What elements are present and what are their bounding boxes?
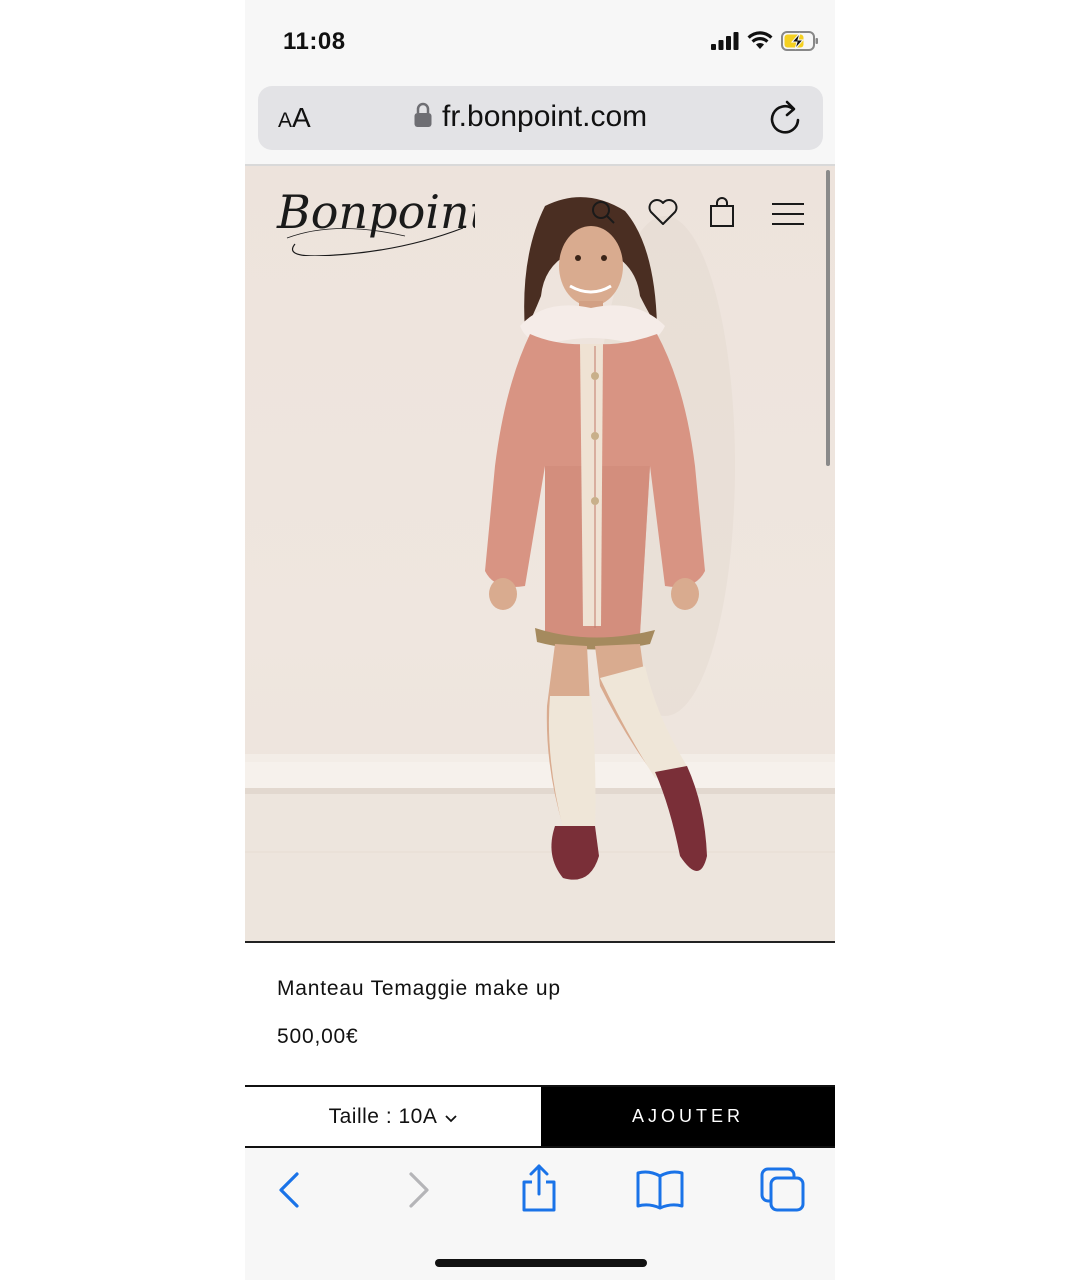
- product-price: 500,00€: [277, 1025, 359, 1048]
- status-icons: [711, 30, 819, 56]
- heart-icon[interactable]: [647, 198, 679, 231]
- reload-icon[interactable]: [769, 100, 803, 141]
- add-to-cart-button[interactable]: AJOUTER: [541, 1087, 835, 1146]
- product-name: Manteau Temaggie make up: [277, 977, 561, 1000]
- text-size-button[interactable]: AA: [278, 102, 311, 134]
- buy-bar: Taille : 10A AJOUTER: [245, 1085, 835, 1148]
- home-indicator[interactable]: [435, 1259, 647, 1267]
- chevron-down-icon: [445, 1105, 457, 1129]
- bag-icon[interactable]: [708, 196, 736, 233]
- menu-icon[interactable]: [771, 202, 805, 231]
- tabs-icon[interactable]: [759, 1166, 807, 1219]
- forward-icon[interactable]: [403, 1170, 433, 1215]
- cellular-signal-icon: [711, 31, 739, 55]
- status-bar: 11:08: [245, 0, 835, 80]
- wifi-icon: [747, 30, 773, 56]
- product-photo-illustration: [245, 197, 835, 943]
- url-text: fr.bonpoint.com: [442, 100, 648, 133]
- battery-charging-icon: [781, 30, 819, 56]
- share-icon[interactable]: [519, 1162, 559, 1219]
- bonpoint-logo[interactable]: Bonpoint: [275, 176, 489, 261]
- scroll-indicator[interactable]: [826, 170, 830, 466]
- size-select[interactable]: Taille : 10A: [245, 1087, 541, 1146]
- size-label: Taille : 10A: [328, 1104, 438, 1128]
- url-display[interactable]: fr.bonpoint.com: [414, 100, 647, 134]
- text-size-large-letter: A: [292, 102, 311, 133]
- back-icon[interactable]: [275, 1170, 305, 1215]
- status-time: 11:08: [283, 28, 346, 55]
- lock-icon: [414, 102, 432, 133]
- url-bar[interactable]: AA fr.bonpoint.com: [258, 86, 823, 150]
- product-info: Manteau Temaggie make up 500,00€: [245, 943, 835, 1085]
- text-size-small-letter: A: [278, 109, 293, 132]
- bookmarks-icon[interactable]: [635, 1168, 685, 1215]
- phone-screen: 11:08 AA fr.bonpoint.com Bonpoint Mantea…: [245, 0, 835, 1280]
- product-image[interactable]: Bonpoint: [245, 166, 835, 943]
- search-icon[interactable]: [590, 199, 616, 230]
